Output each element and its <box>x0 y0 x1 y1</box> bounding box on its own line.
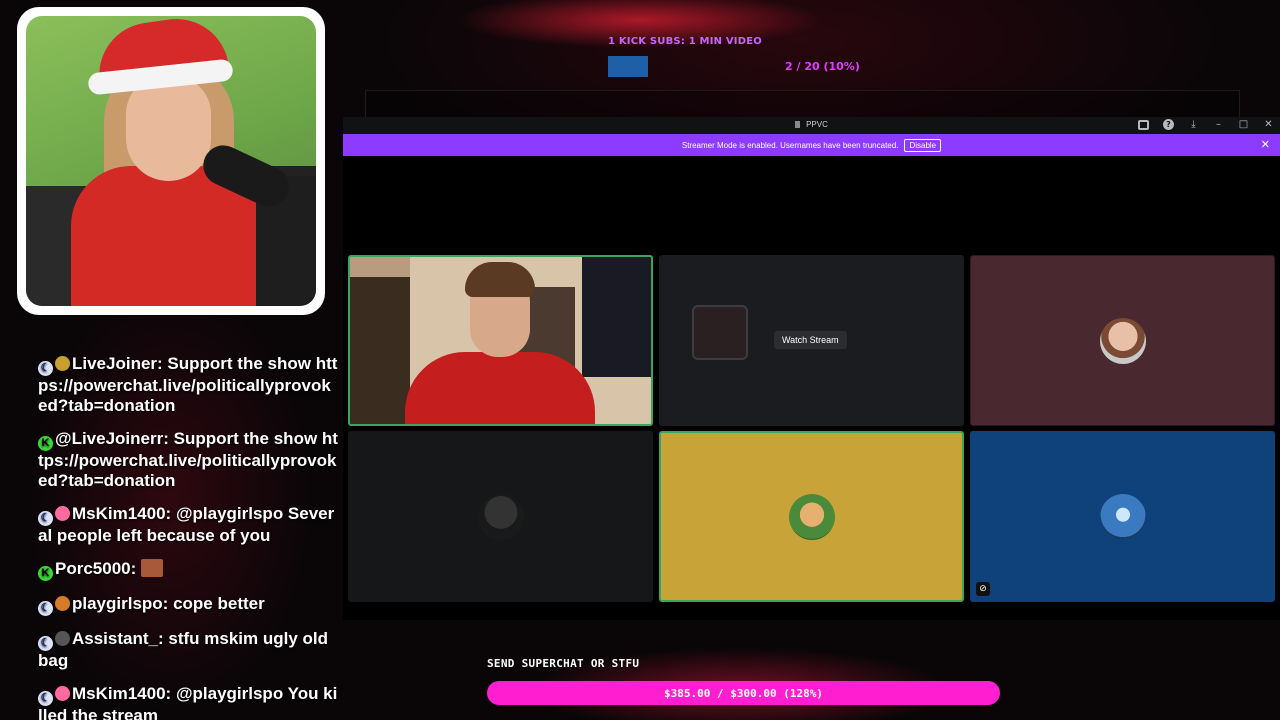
webcam-overlay <box>17 7 325 315</box>
chat-message: ☾ MsKim1400: @playgirlspo Several people … <box>38 504 338 546</box>
chat-username: Porc5000: <box>55 559 141 578</box>
minimize-icon[interactable]: – <box>1213 119 1224 130</box>
chat-username: MsKim1400: <box>72 684 176 703</box>
app-window: PPVC ? ⤓ – □ ✕ Streamer Mode is enabled.… <box>343 117 1280 620</box>
superchat-progress-bar: $385.00 / $300.00 (128%) <box>487 681 1000 705</box>
stream-thumbnail <box>692 305 748 360</box>
streamer-mode-text: Streamer Mode is enabled. Usernames have… <box>681 140 899 150</box>
video-tile-stream[interactable]: Watch Stream <box>659 255 964 426</box>
titlebar: PPVC ? ⤓ – □ ✕ <box>343 117 1280 134</box>
avatar <box>477 493 524 540</box>
video-tile-avatar[interactable] <box>970 255 1275 426</box>
chat-message: ☾ LiveJoiner: Support the show https://po… <box>38 354 338 416</box>
chat-feed: ☾ LiveJoiner: Support the show https://po… <box>38 354 338 720</box>
video-tile-camera[interactable] <box>348 255 653 426</box>
maximize-icon[interactable]: □ <box>1238 119 1249 130</box>
inbox-icon[interactable] <box>1138 119 1149 130</box>
moon-badge-icon: ☾ <box>38 691 53 706</box>
sub-goal-bar <box>608 56 648 77</box>
chat-message: ☾ Assistant_: stfu mskim ugly old bag <box>38 629 338 671</box>
kick-badge-icon: K <box>38 436 53 451</box>
chat-username: MsKim1400: <box>72 504 176 523</box>
chat-username: @LiveJoinerr: <box>55 429 174 448</box>
chat-username: Assistant_: <box>72 629 169 648</box>
moon-badge-icon: ☾ <box>38 361 53 376</box>
flame-badge-icon <box>55 596 70 611</box>
video-tile-avatar[interactable]: ⊘ <box>970 431 1275 602</box>
disable-button[interactable]: Disable <box>904 138 942 152</box>
avatar <box>1099 493 1146 540</box>
download-icon[interactable]: ⤓ <box>1188 119 1199 130</box>
deafened-icon: ⊘ <box>976 582 990 596</box>
chat-message: K @LiveJoinerr: Support the show https://… <box>38 429 338 491</box>
chat-message: ☾ playgirlspo: cope better <box>38 594 338 616</box>
kick-badge-icon: K <box>38 566 53 581</box>
watch-stream-button[interactable]: Watch Stream <box>774 331 847 349</box>
avatar <box>1099 317 1146 364</box>
chat-text: cope better <box>173 594 265 613</box>
pink-badge-icon <box>55 686 70 701</box>
banner-close-icon[interactable]: ✕ <box>1261 138 1270 151</box>
emote-icon <box>141 559 163 577</box>
sub-goal-progress: 2 / 20 (10%) <box>785 60 860 73</box>
chat-username: LiveJoiner: <box>72 354 168 373</box>
help-icon[interactable]: ? <box>1163 119 1174 130</box>
chat-username: playgirlspo: <box>72 594 174 613</box>
chat-message: K Porc5000: <box>38 559 338 581</box>
dark-badge-icon <box>55 631 70 646</box>
overlay-strip <box>365 90 1240 118</box>
webcam-video <box>26 16 316 306</box>
close-icon[interactable]: ✕ <box>1263 119 1274 130</box>
video-tile-avatar[interactable] <box>348 431 653 602</box>
streamer-mode-banner: Streamer Mode is enabled. Usernames have… <box>343 134 1280 156</box>
video-tile-avatar[interactable] <box>659 431 964 602</box>
superchat-label: SEND SUPERCHAT OR STFU <box>487 657 640 670</box>
window-title-text: PPVC <box>806 120 828 129</box>
gold-badge-icon <box>55 356 70 371</box>
moon-badge-icon: ☾ <box>38 511 53 526</box>
app-icon <box>795 121 801 128</box>
sub-goal-label: 1 KICK SUBS: 1 MIN VIDEO <box>608 36 762 47</box>
chat-message: ☾ MsKim1400: @playgirlspo You killed the … <box>38 684 338 720</box>
moon-badge-icon: ☾ <box>38 636 53 651</box>
superchat-progress-text: $385.00 / $300.00 (128%) <box>664 686 823 700</box>
pink-badge-icon <box>55 506 70 521</box>
moon-badge-icon: ☾ <box>38 601 53 616</box>
avatar <box>788 493 835 540</box>
